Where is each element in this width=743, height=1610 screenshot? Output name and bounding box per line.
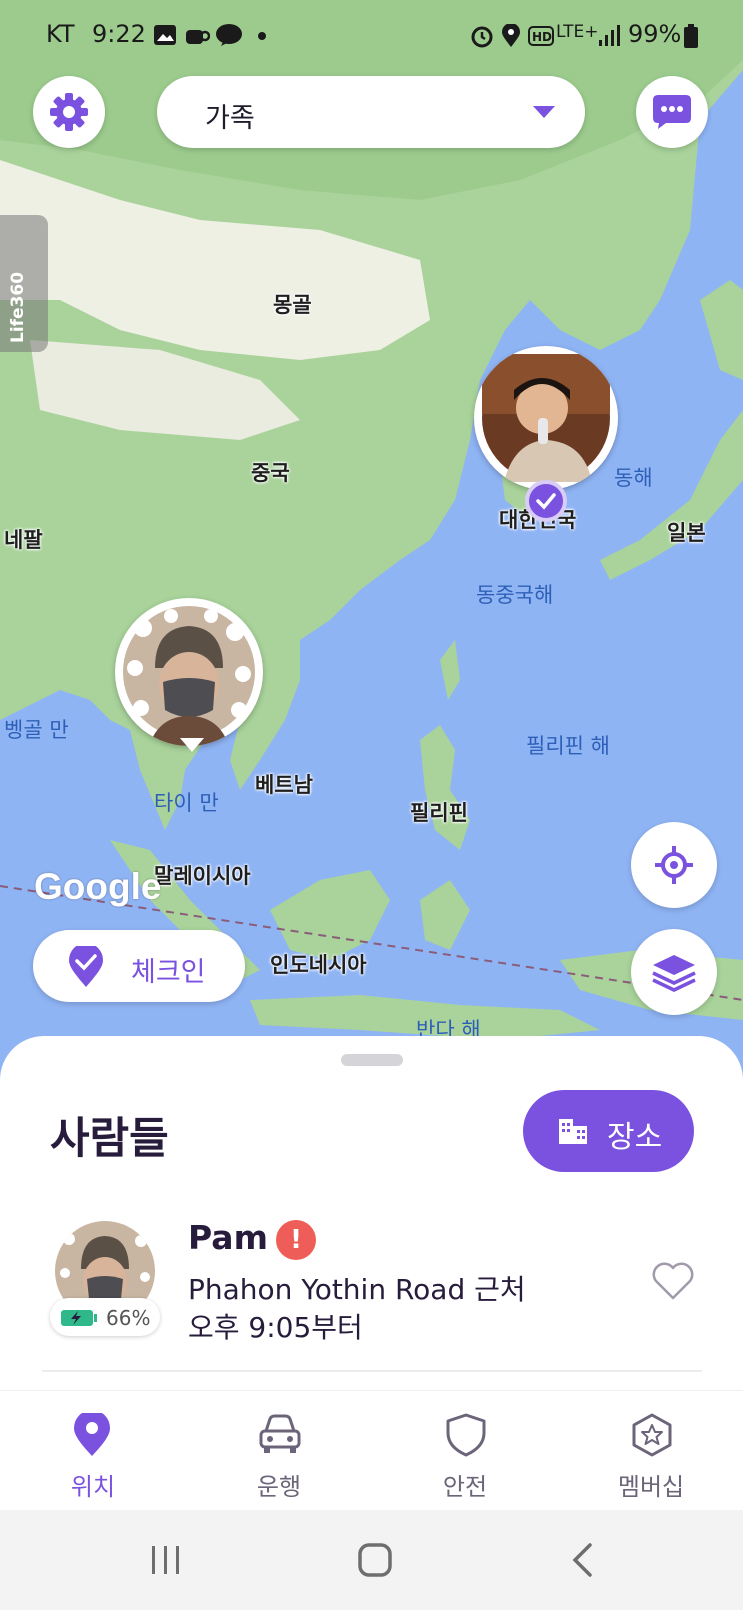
map-label-nepal: 네팔 [4, 528, 43, 552]
map-layers-button[interactable] [631, 929, 717, 1015]
gallery-notification-icon [154, 25, 176, 45]
member-pin-pointer [180, 738, 204, 752]
tab-location-label: 위치 [70, 1473, 116, 1501]
member-since-time: 오후 9:05부터 [188, 1311, 363, 1344]
active-member-check-icon [525, 480, 567, 522]
google-attribution: Google [34, 866, 162, 907]
map-label-japan: 일본 [667, 521, 706, 545]
carrier-name: KT [46, 20, 75, 48]
map-label-philippines: 필리핀 [410, 801, 468, 825]
building-icon [559, 1119, 587, 1144]
circle-name: 가족 [205, 103, 255, 134]
people-sheet: 사람들 장소 66% Pam ! Phahon Yothin Road 근처 오… [0, 1036, 743, 1396]
battery-percent: 99% [628, 20, 682, 48]
recent-apps-icon[interactable] [150, 1544, 182, 1576]
membership-star-icon [632, 1413, 672, 1457]
messages-button[interactable] [636, 76, 708, 148]
places-button[interactable]: 장소 [523, 1090, 694, 1172]
places-label: 장소 [607, 1120, 663, 1155]
row-divider [42, 1370, 702, 1372]
map-label-philippine-sea: 필리핀 해 [526, 734, 610, 758]
tab-safety[interactable]: 안전 [372, 1391, 558, 1511]
car-icon [259, 1414, 301, 1453]
people-title: 사람들 [50, 1114, 169, 1164]
member-photo-korea [482, 354, 610, 482]
map-label-east-sea: 동해 [614, 466, 653, 490]
network-type: LTE+ [556, 22, 599, 42]
tab-driving[interactable]: 운행 [186, 1391, 372, 1511]
map-terrain [0, 0, 743, 1040]
map-label-east-china-sea: 동중국해 [476, 583, 554, 607]
map-label-vietnam: 베트남 [255, 773, 313, 797]
status-bar: KT 9:22 HD LTE+ 99% [0, 0, 743, 70]
alert-icon[interactable]: ! [276, 1220, 316, 1260]
more-notifications-dot-icon [258, 32, 266, 40]
back-icon[interactable] [570, 1542, 594, 1578]
map-label-bay-of-bengal: 벵골 만 [4, 718, 69, 742]
signal-icon [599, 25, 620, 46]
svg-text:HD: HD [532, 30, 552, 44]
member-photo-pam [123, 606, 255, 746]
crosshair-icon [655, 846, 693, 884]
chevron-down-icon [533, 106, 555, 118]
location-pin-icon [74, 1413, 110, 1456]
tab-location[interactable]: 위치 [0, 1391, 186, 1511]
system-navigation-bar [0, 1510, 743, 1610]
alarm-icon [471, 26, 493, 48]
member-pin-korea[interactable] [474, 346, 618, 490]
location-status-icon [502, 24, 520, 47]
circle-selector-dropdown[interactable]: 가족 [157, 76, 585, 148]
battery-icon [684, 24, 698, 48]
map-label-gulf-of-thailand: 타이 만 [154, 791, 219, 815]
map-view[interactable]: 몽골 중국 네팔 대한민국 일본 베트남 필리핀 말레이시아 인도네시아 동해 … [0, 0, 743, 1080]
bottom-tab-bar: 위치 운행 안전 멤버십 [0, 1390, 743, 1511]
battery-charging-icon [61, 1310, 97, 1326]
member-address: Phahon Yothin Road 근처 [188, 1273, 526, 1306]
chat-bubble-icon [653, 95, 691, 129]
member-row[interactable]: 66% Pam ! Phahon Yothin Road 근처 오후 9:05부… [0, 1206, 743, 1366]
checkin-button[interactable]: 체크인 [33, 930, 245, 1002]
tab-driving-label: 운행 [256, 1473, 302, 1501]
gear-icon [50, 93, 88, 131]
life360-side-tab[interactable]: Life360 [0, 215, 48, 352]
member-pin-thailand[interactable] [115, 598, 263, 746]
tab-membership-label: 멤버십 [617, 1473, 685, 1501]
map-label-indonesia: 인도네시아 [270, 953, 367, 977]
checkin-pin-icon [69, 946, 103, 987]
battery-badge: 66% [50, 1298, 160, 1336]
kakaotalk-notification-icon [216, 24, 242, 46]
recenter-button[interactable] [631, 822, 717, 908]
tab-safety-label: 안전 [442, 1473, 488, 1501]
home-icon[interactable] [357, 1542, 393, 1578]
heart-icon[interactable] [650, 1261, 696, 1301]
map-label-malaysia: 말레이시아 [154, 864, 251, 888]
member-name: Pam [188, 1218, 268, 1257]
settings-button[interactable] [33, 76, 105, 148]
life360-brand-label: Life360 [8, 271, 28, 343]
shield-icon [446, 1413, 486, 1457]
status-time: 9:22 [92, 20, 146, 48]
tab-membership[interactable]: 멤버십 [558, 1391, 743, 1511]
member-battery-percent: 66% [106, 1306, 151, 1330]
cafe-notification-icon [186, 30, 210, 44]
checkin-label: 체크인 [131, 957, 206, 988]
map-label-china: 중국 [251, 461, 290, 485]
layers-icon [652, 955, 696, 992]
sheet-drag-handle[interactable] [341, 1054, 403, 1066]
map-label-mongolia: 몽골 [273, 293, 312, 317]
